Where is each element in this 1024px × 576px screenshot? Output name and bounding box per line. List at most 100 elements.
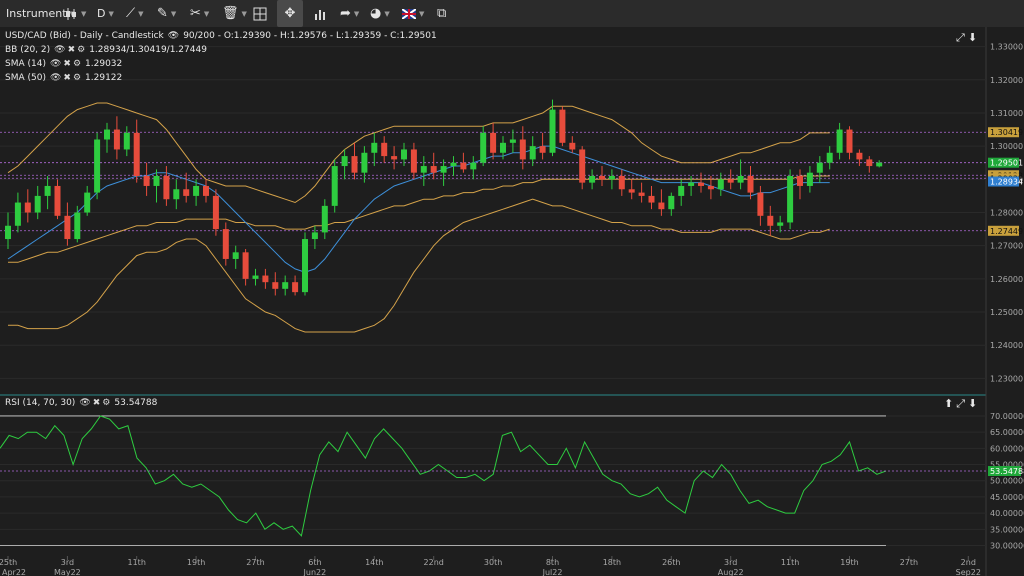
eye-icon[interactable]: 👁 [79,398,90,408]
candle-body [133,132,140,176]
x-tick-label: 22nd [424,558,444,567]
popout-button[interactable]: ⧉ [437,0,446,27]
eye-icon[interactable]: 👁 [50,73,61,83]
candle-body [331,166,338,206]
candle-body [64,215,71,240]
sma50-legend: SMA (50) 👁 ✖ ⚙ 1.29122 [5,73,122,83]
candle-body [54,185,61,216]
price-tag-label: 1.28934 [990,178,1023,187]
candle-body [302,239,308,293]
gear-icon[interactable]: ⚙ [77,45,85,55]
candle-body [658,202,665,210]
chart-type-dropdown[interactable]: ▼ [64,0,86,27]
price-tick-label: 1.24000 [990,341,1023,350]
x-tick-label: 14th [365,558,383,567]
language-dropdown[interactable]: ▼ [402,0,424,27]
chevron-down-icon: ▼ [353,9,360,18]
candle-body [14,202,21,226]
theme-dropdown[interactable]: ◕ ▼ [370,0,390,27]
price-tick-label: 1.25000 [990,308,1023,317]
chart-area[interactable]: 1.330001.320001.310001.300001.290001.280… [0,27,1024,576]
price-tick-label: 1.23000 [990,374,1023,383]
close-icon[interactable]: ✖ [68,45,76,55]
arrow-up-icon[interactable]: ⬆ [944,397,953,411]
close-icon[interactable]: ✖ [93,398,101,408]
candle-body [222,229,229,259]
candle-body [480,132,487,163]
candle-body [104,129,110,140]
candle-body [747,176,754,193]
bb-legend-values: 1.28934/1.30419/1.27449 [89,45,207,55]
sma50-legend-label: SMA (50) [5,73,46,83]
candle-body [876,162,883,167]
layout-button[interactable] [253,0,267,27]
gear-icon[interactable]: ⚙ [73,59,81,69]
rsi-legend-label: RSI (14, 70, 30) [5,398,76,408]
rsi-tick-label: 60.00000 [990,444,1024,453]
trendline-icon: ⟋ [126,6,136,21]
timeframe-dropdown[interactable]: D ▼ [97,0,114,27]
gear-icon[interactable]: ⚙ [73,73,81,83]
x-month-label: Aug22 [718,568,744,576]
maximize-icon[interactable]: ⤢ [956,31,965,45]
candle-body [490,132,497,153]
x-tick-label: 11th [128,558,146,567]
gear-icon[interactable]: ⚙ [102,398,110,408]
popout-window-icon: ⧉ [437,6,447,21]
price-tag-label: 1.27449 [990,227,1023,236]
pencil-icon: ✎ [157,6,168,21]
maximize-icon[interactable]: ⤢ [956,397,965,411]
candle-body [707,185,714,190]
rsi-pane-controls: ⬆ ⤢ ⬇ [944,397,977,411]
price-tag-label: 1.29501 [990,159,1023,168]
candle-body [549,109,556,153]
candle-body [381,142,388,157]
candle-body [450,162,457,167]
x-tick-label: 8th [546,558,559,567]
rsi-value-tag-label: 53.54788 [990,467,1024,476]
candle-body [232,252,239,259]
main-pane-controls: ⤢ ⬇ [956,31,977,45]
arrow-down-icon[interactable]: ⬇ [968,397,977,411]
x-tick-label: 3rd [724,558,737,567]
candle-body [430,166,437,173]
eye-icon[interactable]: 👁 [168,31,179,41]
drawing-tools-dropdown[interactable]: ⟋ ▼ [126,0,144,27]
chevron-down-icon: ▼ [384,9,390,18]
x-tick-label: 2nd [961,558,976,567]
close-icon[interactable]: ✖ [63,73,71,83]
annotation-tools-dropdown[interactable]: ✎ ▼ [157,0,176,27]
rsi-legend: RSI (14, 70, 30) 👁 ✖ ⚙ 53.54788 [5,398,157,408]
x-month-label: Jun22 [303,568,327,576]
bb-legend-label: BB (20, 2) [5,45,51,55]
x-month-label: Apr22 [2,568,26,576]
candle-body [787,176,794,223]
share-dropdown[interactable]: ➦ ▼ [340,0,359,27]
candle-body [539,146,546,153]
candle-body [153,176,160,186]
sma14-legend-label: SMA (14) [5,59,46,69]
bb-legend: BB (20, 2) 👁 ✖ ⚙ 1.28934/1.30419/1.27449 [5,45,207,55]
candle-body [846,129,853,153]
indicators-dropdown[interactable]: ✂ ▼ [190,0,209,27]
arrow-down-icon[interactable]: ⬇ [968,31,977,45]
candle-body [836,129,843,153]
trash-icon: 🗑 [222,6,239,21]
fit-screen-button[interactable]: ✥ [277,0,303,27]
candle-body [44,185,51,196]
chevron-down-icon: ▼ [170,9,177,18]
candle-body [856,152,863,160]
x-tick-label: 26th [662,558,680,567]
chevron-down-icon: ▼ [419,9,425,18]
price-tick-label: 1.30000 [990,142,1023,151]
close-icon[interactable]: ✖ [63,59,71,69]
bar-chart-button[interactable] [314,0,328,27]
candle-body [34,195,41,213]
eye-icon[interactable]: 👁 [50,59,61,69]
delete-dropdown[interactable]: 🗑 ▼ [222,0,247,27]
eye-icon[interactable]: 👁 [54,45,65,55]
candle-body [608,176,615,180]
candle-body [183,189,190,196]
x-tick-label: 3rd [61,558,74,567]
candle-body [688,182,695,186]
